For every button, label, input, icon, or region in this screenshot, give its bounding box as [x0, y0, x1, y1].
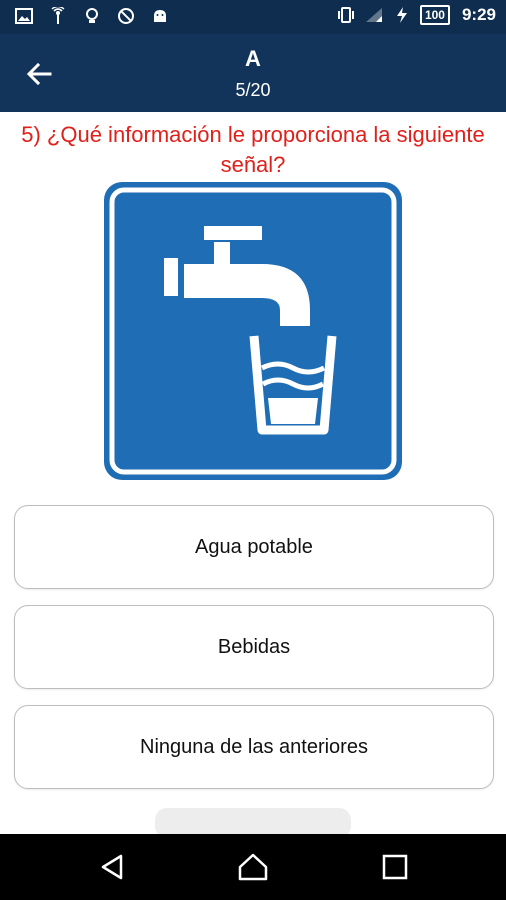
wifi-off-icon — [364, 5, 384, 25]
page-title: A — [245, 46, 261, 71]
answer-label: Bebidas — [217, 635, 291, 658]
nav-back-icon[interactable] — [96, 850, 130, 884]
android-icon — [150, 6, 170, 26]
question-content: 5) ¿Qué información le proporciona la si… — [0, 112, 506, 838]
app-bar: A 5/20 — [0, 34, 506, 112]
answer-label: Ninguna de las anteriores — [140, 735, 368, 758]
charging-icon — [392, 5, 412, 25]
blocked-icon — [116, 6, 136, 26]
drinking-water-sign-icon — [102, 180, 404, 482]
answer-option-2[interactable]: Bebidas — [14, 605, 494, 689]
answer-option-1[interactable]: Agua potable — [14, 505, 494, 589]
answer-option-3[interactable]: Ninguna de las anteriores — [14, 705, 494, 789]
nav-home-icon[interactable] — [236, 850, 270, 884]
clock: 9:29 — [461, 5, 496, 24]
question-progress: 5/20 — [235, 80, 271, 100]
status-icons-right: 100 9:29 — [336, 5, 496, 25]
system-nav-bar — [0, 834, 506, 900]
signal-tower-icon — [48, 6, 68, 26]
vibrate-icon — [336, 5, 356, 25]
battery-level: 100 — [419, 5, 450, 25]
status-icons-left — [14, 6, 170, 26]
lightbulb-icon — [82, 6, 102, 26]
image-icon — [14, 6, 34, 26]
question-text: 5) ¿Qué información le proporciona la si… — [21, 122, 485, 177]
nav-recents-icon[interactable] — [378, 850, 412, 884]
status-bar: 100 9:29 — [0, 0, 506, 34]
answer-label: Agua potable — [195, 535, 313, 558]
